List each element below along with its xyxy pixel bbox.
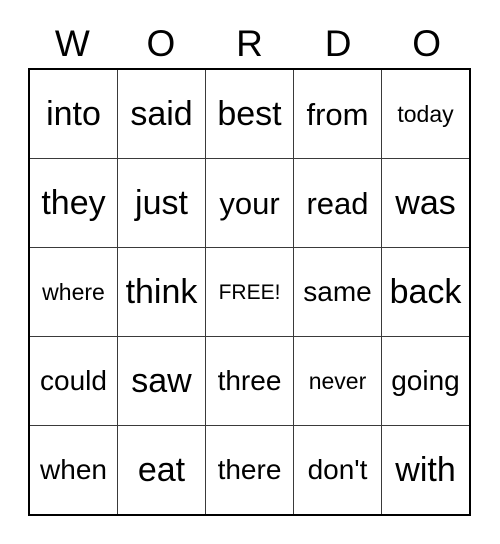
- bingo-cell[interactable]: saw: [117, 337, 205, 425]
- bingo-cell[interactable]: read: [293, 159, 381, 247]
- bingo-cell[interactable]: think: [117, 248, 205, 336]
- bingo-cell[interactable]: they: [30, 159, 117, 247]
- bingo-cell-label: never: [308, 367, 367, 394]
- bingo-cell-label: your: [219, 185, 280, 221]
- bingo-cell[interactable]: into: [30, 70, 117, 158]
- bingo-free-label: FREE!: [218, 280, 281, 304]
- bingo-cell-label: read: [306, 185, 369, 221]
- bingo-cell[interactable]: just: [117, 159, 205, 247]
- bingo-cell-label: they: [41, 184, 106, 222]
- bingo-row: into said best from today: [30, 70, 469, 158]
- bingo-cell[interactable]: with: [381, 426, 469, 514]
- header-letter-5: O: [412, 22, 442, 64]
- header-letter-3: R: [236, 22, 263, 64]
- bingo-cell-label: today: [397, 100, 454, 127]
- bingo-cell[interactable]: best: [205, 70, 293, 158]
- header-letter-1: W: [54, 22, 90, 64]
- header-letter-2: O: [146, 22, 176, 64]
- bingo-cell[interactable]: was: [381, 159, 469, 247]
- header-letter-4: D: [324, 22, 352, 64]
- bingo-row: could saw three never going: [30, 336, 469, 425]
- bingo-cell-label: where: [42, 278, 105, 305]
- bingo-cell[interactable]: from: [293, 70, 381, 158]
- bingo-cell[interactable]: same: [293, 248, 381, 336]
- bingo-cell[interactable]: where: [30, 248, 117, 336]
- bingo-cell-label: think: [125, 273, 198, 311]
- bingo-cell-label: from: [306, 96, 369, 132]
- bingo-cell-label: there: [217, 454, 282, 485]
- bingo-cell[interactable]: going: [381, 337, 469, 425]
- bingo-cell[interactable]: three: [205, 337, 293, 425]
- bingo-cell-label: saw: [131, 362, 192, 400]
- bingo-row: when eat there don't with: [30, 425, 469, 514]
- bingo-cell-label: back: [389, 273, 462, 311]
- bingo-cell[interactable]: your: [205, 159, 293, 247]
- bingo-cell-label: with: [395, 451, 456, 489]
- bingo-cell-label: said: [130, 95, 193, 133]
- bingo-cell-label: was: [395, 184, 456, 222]
- bingo-cell[interactable]: there: [205, 426, 293, 514]
- bingo-cell[interactable]: never: [293, 337, 381, 425]
- bingo-cell-label: don't: [307, 454, 368, 485]
- bingo-cell[interactable]: today: [381, 70, 469, 158]
- bingo-cell-label: could: [40, 365, 107, 396]
- bingo-header-row: W O R D O: [28, 18, 471, 68]
- bingo-cell-label: when: [40, 454, 107, 485]
- bingo-row: they just your read was: [30, 158, 469, 247]
- bingo-cell[interactable]: said: [117, 70, 205, 158]
- bingo-cell-label: into: [46, 95, 101, 133]
- bingo-cell-label: best: [217, 95, 282, 133]
- bingo-cell-label: just: [135, 184, 188, 222]
- bingo-cell[interactable]: back: [381, 248, 469, 336]
- bingo-cell-label: eat: [137, 451, 186, 489]
- bingo-row: where think FREE! same back: [30, 247, 469, 336]
- bingo-cell-label: three: [217, 365, 282, 396]
- bingo-cell-label: going: [391, 365, 460, 396]
- bingo-cell[interactable]: don't: [293, 426, 381, 514]
- bingo-cell[interactable]: could: [30, 337, 117, 425]
- bingo-free-cell[interactable]: FREE!: [205, 248, 293, 336]
- bingo-cell[interactable]: eat: [117, 426, 205, 514]
- bingo-cell-label: same: [303, 276, 372, 307]
- bingo-cell[interactable]: when: [30, 426, 117, 514]
- bingo-card: W O R D O into said best from today they…: [0, 0, 500, 544]
- bingo-grid: into said best from today they just your…: [28, 68, 471, 516]
